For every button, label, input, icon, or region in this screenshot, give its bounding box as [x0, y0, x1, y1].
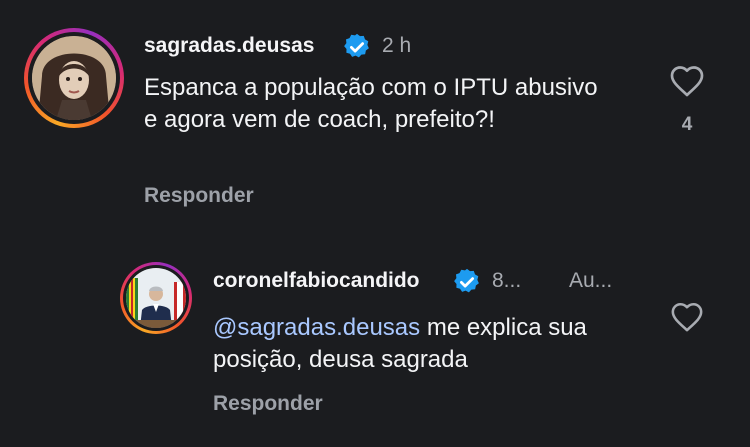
avatar[interactable]	[120, 262, 192, 334]
avatar[interactable]	[24, 28, 124, 128]
verified-badge-icon	[342, 32, 372, 67]
reply-time: 8...	[492, 269, 522, 292]
comment-item: sagradas.deusas 2 h Espanca a população …	[0, 0, 750, 230]
avatar-image	[126, 268, 186, 328]
reply-button[interactable]: Responder	[144, 184, 254, 208]
reply-button[interactable]: Responder	[213, 392, 323, 416]
comment-text: Espanca a população com o IPTU abusivo e…	[144, 74, 598, 133]
like-count: 4	[681, 114, 693, 135]
comment-time: 2 h	[382, 34, 412, 57]
mention-link[interactable]: @sagradas.deusas	[213, 314, 420, 341]
avatar-image	[32, 36, 116, 120]
like-heart-icon[interactable]	[669, 64, 705, 103]
reply-username[interactable]: coronelfabiocandido	[213, 269, 420, 293]
reply-item: coronelfabiocandido 8... Au... @sagradas…	[0, 230, 750, 447]
comment-username[interactable]: sagradas.deusas	[144, 34, 314, 58]
verified-badge-icon	[452, 267, 482, 302]
author-badge: Au...	[569, 269, 613, 292]
like-heart-icon[interactable]	[670, 301, 704, 338]
reply-text: @sagradas.deusas me explica sua posição,…	[213, 312, 633, 376]
